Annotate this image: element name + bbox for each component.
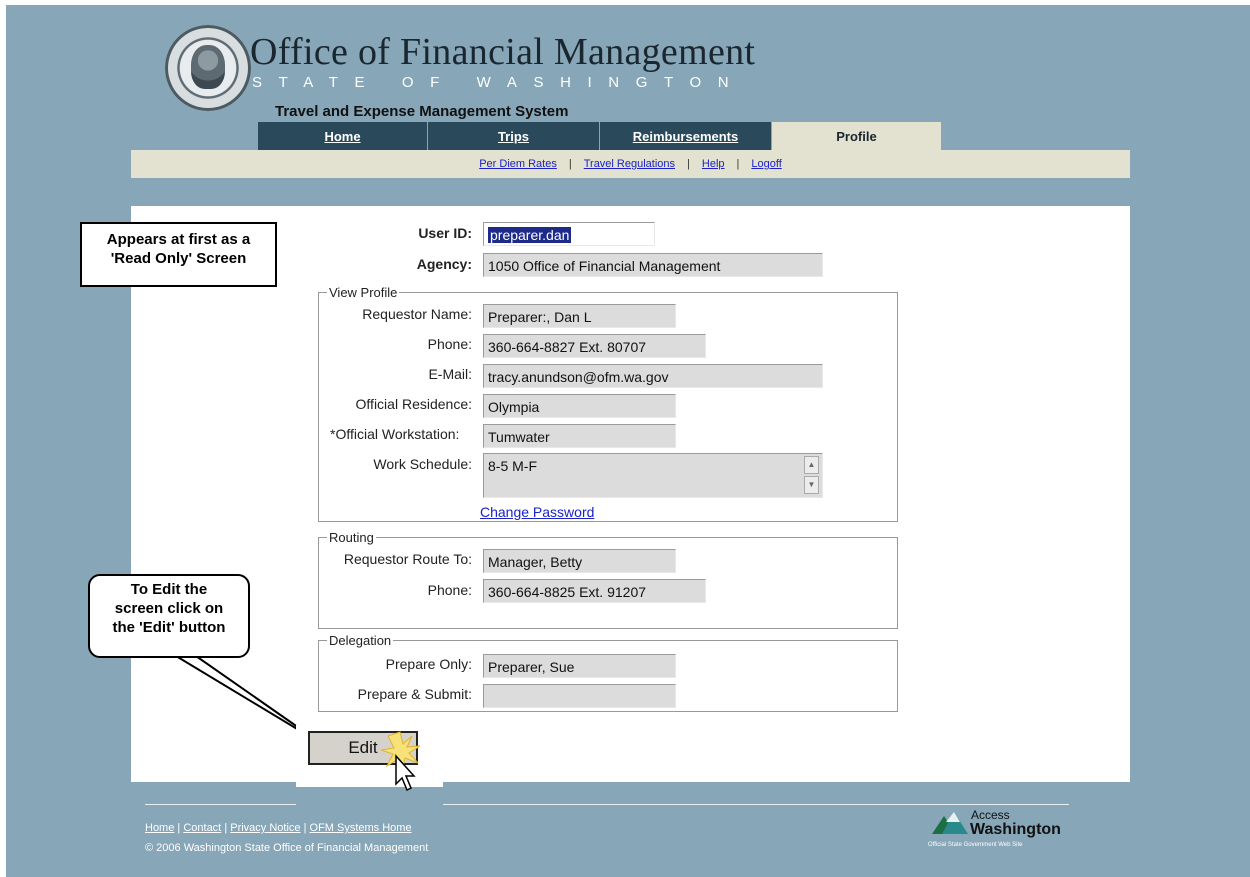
footer-separator: | bbox=[303, 822, 307, 834]
footer-contact-link[interactable]: Contact bbox=[183, 822, 221, 834]
footer-links: Home | Contact | Privacy Notice | OFM Sy… bbox=[145, 822, 412, 834]
edit-callout-line1: To Edit the bbox=[130, 581, 208, 598]
footer-ofm-systems-link[interactable]: OFM Systems Home bbox=[310, 822, 412, 834]
footer-copyright: © 2006 Washington State Office of Financ… bbox=[145, 842, 429, 854]
footer-separator: | bbox=[224, 822, 228, 834]
footer-divider-right bbox=[443, 804, 1069, 805]
read-only-callout: Appears at first as a 'Read Only' Screen bbox=[80, 222, 277, 287]
access-washington-logo[interactable]: Access Washington Official State Governm… bbox=[928, 806, 1068, 850]
footer-home-link[interactable]: Home bbox=[145, 822, 174, 834]
edit-callout-line3: the 'Edit' button bbox=[112, 619, 226, 636]
read-only-callout-line2: 'Read Only' Screen bbox=[110, 250, 247, 267]
aw-logo-line2: Washington bbox=[970, 821, 1061, 838]
edit-callout: To Edit the screen click on the 'Edit' b… bbox=[88, 574, 250, 658]
footer-divider-left bbox=[145, 804, 296, 805]
mountain-logo-icon bbox=[932, 812, 968, 834]
read-only-callout-line1: Appears at first as a bbox=[106, 231, 251, 248]
callout-pointer bbox=[172, 655, 323, 745]
footer-privacy-link[interactable]: Privacy Notice bbox=[230, 822, 300, 834]
click-cursor-icon bbox=[380, 731, 421, 792]
edit-callout-line2: screen click on bbox=[114, 600, 224, 617]
aw-logo-tagline: Official State Government Web Site bbox=[928, 842, 1023, 848]
aw-logo-line1: Access bbox=[971, 808, 1010, 822]
footer-separator: | bbox=[177, 822, 181, 834]
